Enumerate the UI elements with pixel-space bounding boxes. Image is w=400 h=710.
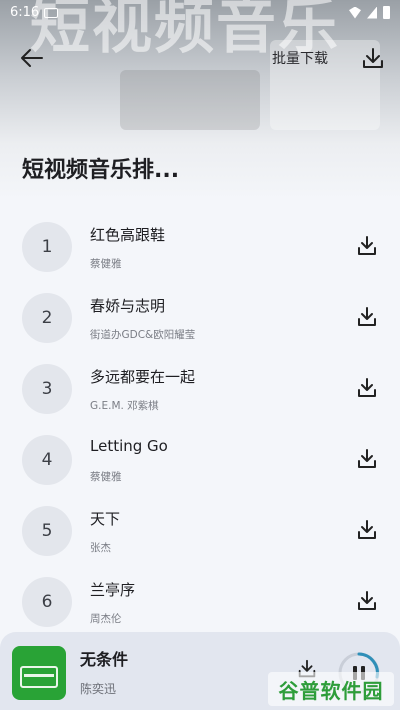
wifi-icon xyxy=(349,6,361,19)
song-list: 1 红色高跟鞋 蔡健雅 2 春娇与志明 街道办GDC&欧阳耀莹 3 多远都要在一… xyxy=(0,210,400,636)
album-art-shape xyxy=(24,674,54,677)
rank-badge: 5 xyxy=(22,506,72,556)
song-row[interactable]: 5 天下 张杰 xyxy=(0,494,400,565)
song-artist: 蔡健雅 xyxy=(90,258,122,270)
song-row[interactable]: 3 多远都要在一起 G.E.M. 邓紫棋 xyxy=(0,352,400,423)
signal-icon xyxy=(367,6,377,19)
song-row[interactable]: 2 春娇与志明 街道办GDC&欧阳耀莹 xyxy=(0,281,400,352)
song-row[interactable]: 6 兰亭序 周杰伦 xyxy=(0,565,400,636)
download-icon xyxy=(358,520,376,539)
song-title: 兰亭序 xyxy=(90,581,136,599)
song-artist: 蔡健雅 xyxy=(90,471,122,483)
download-icon xyxy=(358,591,376,610)
song-artist: G.E.M. 邓紫棋 xyxy=(90,400,159,412)
status-bar: 6:16 xyxy=(0,0,400,26)
song-row[interactable]: 1 红色高跟鞋 蔡健雅 xyxy=(0,210,400,281)
song-download-button[interactable] xyxy=(355,447,379,471)
download-icon xyxy=(363,48,383,68)
download-icon xyxy=(358,378,376,397)
rank-badge: 6 xyxy=(22,577,72,627)
banner-art-shape xyxy=(120,70,260,130)
battery-icon xyxy=(383,6,390,19)
rank-badge: 2 xyxy=(22,293,72,343)
back-arrow-icon xyxy=(21,49,43,67)
song-download-button[interactable] xyxy=(355,518,379,542)
download-all-button[interactable] xyxy=(360,46,386,70)
download-icon xyxy=(358,236,376,255)
song-download-button[interactable] xyxy=(355,234,379,258)
album-art-shape xyxy=(20,666,58,688)
rank-badge: 1 xyxy=(22,222,72,272)
song-download-button[interactable] xyxy=(355,589,379,613)
batch-download-button[interactable]: 批量下载 xyxy=(272,48,328,68)
song-download-button[interactable] xyxy=(355,305,379,329)
download-icon xyxy=(358,307,376,326)
song-download-button[interactable] xyxy=(355,376,379,400)
page-title: 短视频音乐排... xyxy=(22,158,180,183)
back-button[interactable] xyxy=(18,46,46,70)
song-artist: 街道办GDC&欧阳耀莹 xyxy=(90,329,196,341)
toolbar: 批量下载 xyxy=(0,38,400,78)
rank-badge: 3 xyxy=(22,364,72,414)
song-artist: 张杰 xyxy=(90,542,111,554)
song-row[interactable]: 4 Letting Go 蔡健雅 xyxy=(0,423,400,494)
song-title: 多远都要在一起 xyxy=(90,368,196,386)
rank-badge: 4 xyxy=(22,435,72,485)
song-artist: 周杰伦 xyxy=(90,613,122,625)
now-playing-title: 无条件 xyxy=(80,650,129,669)
now-playing-artist: 陈奕迅 xyxy=(80,682,117,696)
notification-icon xyxy=(44,8,58,18)
status-time: 6:16 xyxy=(10,5,40,20)
album-cover[interactable] xyxy=(12,646,66,700)
song-title: 天下 xyxy=(90,510,121,528)
song-title: 红色高跟鞋 xyxy=(90,226,166,244)
song-title: Letting Go xyxy=(90,437,168,455)
watermark: 谷普软件园 xyxy=(268,672,394,706)
song-title: 春娇与志明 xyxy=(90,297,166,315)
status-icons xyxy=(349,6,390,19)
download-icon xyxy=(358,449,376,468)
